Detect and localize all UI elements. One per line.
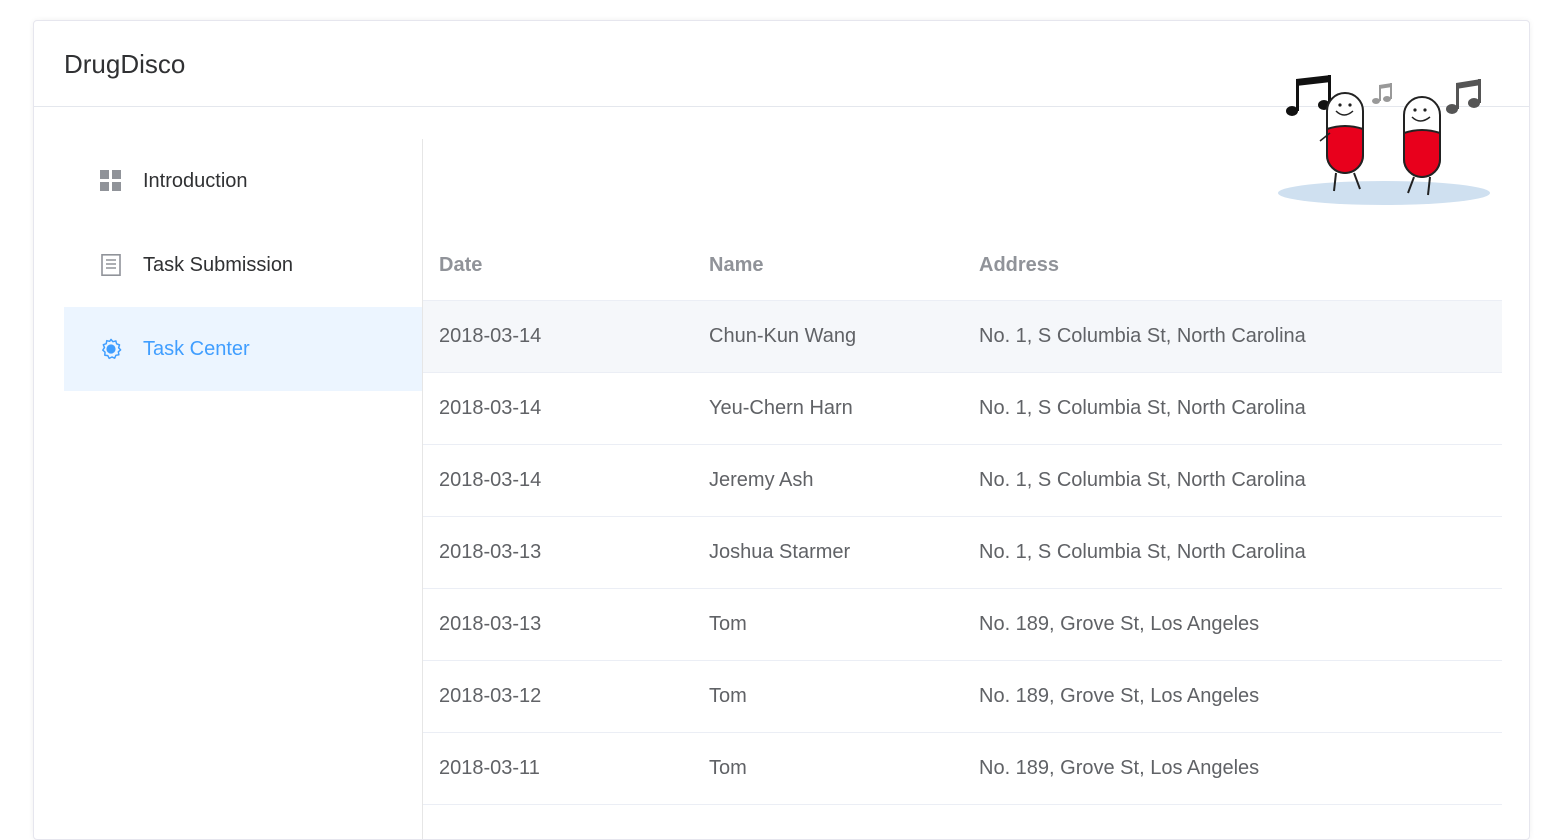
cell-date: 2018-03-12 (439, 685, 542, 707)
cell-address: No. 1, S Columbia St, North Carolina (979, 325, 1306, 347)
table-header: Date Name Address (423, 229, 1502, 301)
document-icon (101, 254, 121, 276)
sidebar-item-task-center[interactable]: Task Center (64, 307, 422, 391)
sidebar-menu: Introduction Task Submission Task Center (64, 139, 423, 839)
cell-date: 2018-03-14 (439, 325, 542, 347)
sidebar-item-label: Task Center (143, 338, 250, 360)
cell-address: No. 189, Grove St, Los Angeles (979, 757, 1260, 779)
grid-icon (100, 170, 121, 191)
cell-address: No. 1, S Columbia St, North Carolina (979, 541, 1306, 563)
cell-name: Chun-Kun Wang (709, 325, 857, 347)
sidebar-item-label: Introduction (143, 170, 248, 192)
column-header-address[interactable]: Address (979, 254, 1059, 277)
cell-date: 2018-03-14 (439, 397, 542, 419)
cell-address: No. 189, Grove St, Los Angeles (979, 613, 1260, 635)
cell-date: 2018-03-13 (439, 541, 542, 563)
sidebar-item-introduction[interactable]: Introduction (64, 139, 422, 223)
cell-address: No. 1, S Columbia St, North Carolina (979, 469, 1306, 491)
cell-name: Yeu-Chern Harn (709, 397, 853, 419)
table-row[interactable]: 2018-03-11 Tom No. 189, Grove St, Los An… (423, 733, 1502, 805)
task-table: Date Name Address 2018-03-14 Chun-Kun Wa… (423, 229, 1502, 805)
table-row[interactable]: 2018-03-14 Yeu-Chern Harn No. 1, S Colum… (423, 373, 1502, 445)
table-row[interactable]: 2018-03-13 Joshua Starmer No. 1, S Colum… (423, 517, 1502, 589)
main-card: DrugDisco Introduction Task Submission T… (33, 20, 1530, 840)
cell-name: Tom (709, 685, 747, 707)
column-header-date[interactable]: Date (439, 254, 482, 277)
app-title: DrugDisco (64, 49, 186, 79)
table-row[interactable]: 2018-03-14 Jeremy Ash No. 1, S Columbia … (423, 445, 1502, 517)
cell-date: 2018-03-13 (439, 613, 542, 635)
cell-name: Tom (709, 757, 747, 779)
column-header-name[interactable]: Name (709, 254, 763, 277)
cell-address: No. 1, S Columbia St, North Carolina (979, 397, 1306, 419)
dancing-pills-logo (1278, 75, 1490, 205)
table-row[interactable]: 2018-03-14 Chun-Kun Wang No. 1, S Columb… (423, 301, 1502, 373)
cell-name: Tom (709, 613, 747, 635)
cell-name: Joshua Starmer (709, 541, 851, 563)
gear-icon (102, 338, 122, 360)
table-row[interactable]: 2018-03-12 Tom No. 189, Grove St, Los An… (423, 661, 1502, 733)
sidebar-item-task-submission[interactable]: Task Submission (64, 223, 422, 307)
cell-date: 2018-03-14 (439, 469, 542, 491)
table-row[interactable]: 2018-03-13 Tom No. 189, Grove St, Los An… (423, 589, 1502, 661)
cell-address: No. 189, Grove St, Los Angeles (979, 685, 1260, 707)
cell-date: 2018-03-11 (439, 757, 540, 779)
cell-name: Jeremy Ash (709, 469, 814, 491)
sidebar-item-label: Task Submission (143, 254, 294, 276)
